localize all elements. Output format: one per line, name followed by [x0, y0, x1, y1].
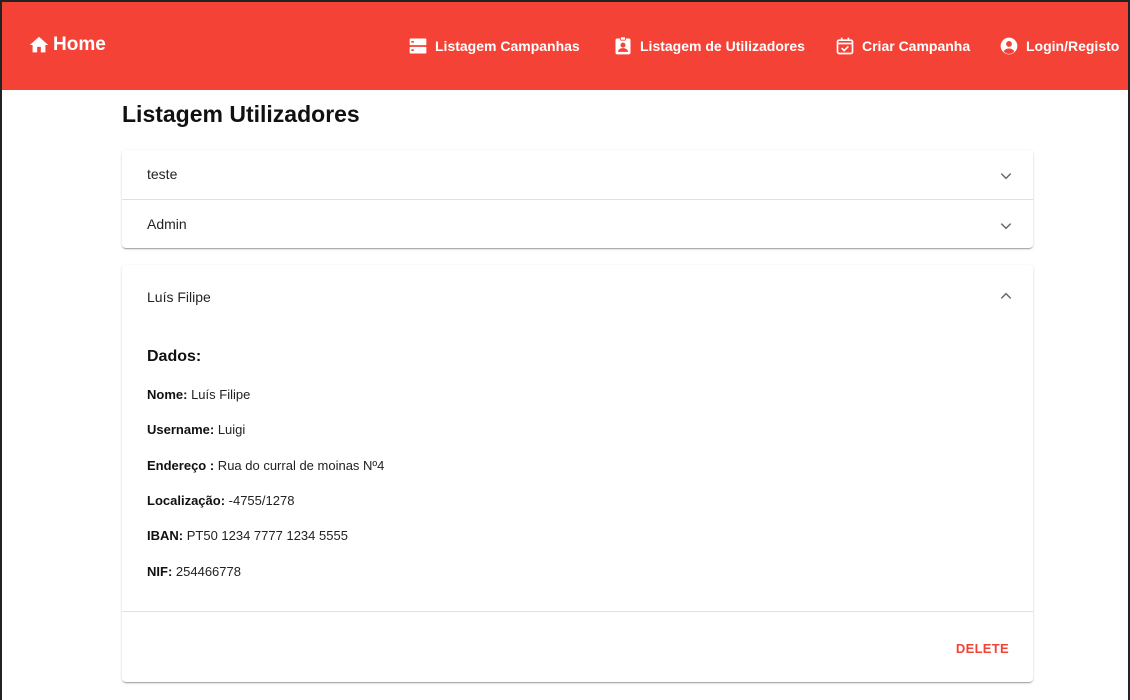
nav-criar-campanha[interactable]: Criar Campanha: [835, 36, 970, 56]
account-circle-icon: [1000, 37, 1018, 55]
field-label: NIF:: [147, 564, 173, 579]
app-bar: Home Listagem Campanhas Listagem de Util…: [0, 0, 1130, 90]
actions-divider: [122, 611, 1033, 612]
user-name: Admin: [147, 216, 187, 232]
field-endereco: Endereço : Rua do curral de moinas Nº4: [147, 458, 384, 473]
field-iban: IBAN: PT50 1234 7777 1234 5555: [147, 528, 348, 543]
field-value: Rua do curral de moinas Nº4: [214, 458, 385, 473]
nav-label: Login/Registo: [1026, 38, 1120, 54]
details-title: Dados:: [147, 348, 202, 365]
home-link[interactable]: Home: [28, 34, 106, 56]
chevron-down-icon: [1000, 173, 1012, 180]
nav-login-registo[interactable]: Login/Registo: [999, 36, 1119, 56]
field-value: PT50 1234 7777 1234 5555: [183, 528, 348, 543]
user-accordion-luis-filipe: Luís Filipe Dados: Nome: Luís Filipe Use…: [122, 265, 1033, 682]
home-label: Home: [53, 34, 106, 55]
field-label: IBAN:: [147, 528, 184, 543]
user-name: Luís Filipe: [147, 289, 211, 305]
users-accordion-group: teste Admin: [122, 150, 1033, 248]
field-value: Luigi: [214, 422, 246, 437]
user-accordion-header[interactable]: Luís Filipe: [122, 265, 1033, 329]
nav-label: Listagem Campanhas: [435, 38, 580, 54]
delete-button[interactable]: DELETE: [946, 635, 1019, 662]
home-icon: [29, 36, 49, 53]
field-value: Luís Filipe: [187, 387, 251, 402]
field-nome: Nome: Luís Filipe: [147, 387, 250, 402]
field-label: Localização:: [147, 493, 226, 508]
field-label: Endereço :: [147, 458, 215, 473]
field-nif: NIF: 254466778: [147, 564, 241, 579]
field-value: -4755/1278: [225, 493, 295, 508]
list-icon: [409, 38, 427, 54]
user-accordion-teste[interactable]: teste: [122, 150, 1033, 198]
calendar-check-icon: [836, 37, 854, 55]
chevron-up-icon: [1000, 292, 1012, 299]
user-accordion-admin[interactable]: Admin: [122, 199, 1033, 248]
field-value: 254466778: [172, 564, 241, 579]
nav-label: Criar Campanha: [862, 38, 971, 54]
field-localizacao: Localização: -4755/1278: [147, 493, 294, 508]
nav-label: Listagem de Utilizadores: [640, 38, 805, 54]
nav-listagem-utilizadores[interactable]: Listagem de Utilizadores: [613, 36, 805, 56]
field-label: Username:: [147, 422, 215, 437]
nav-listagem-campanhas[interactable]: Listagem Campanhas: [408, 36, 580, 56]
field-username: Username: Luigi: [147, 422, 245, 437]
field-label: Nome:: [147, 387, 188, 402]
contact-badge-icon: [615, 36, 631, 55]
user-name: teste: [147, 166, 178, 182]
chevron-down-icon: [1000, 223, 1012, 230]
page-title: Listagem Utilizadores: [122, 101, 360, 127]
